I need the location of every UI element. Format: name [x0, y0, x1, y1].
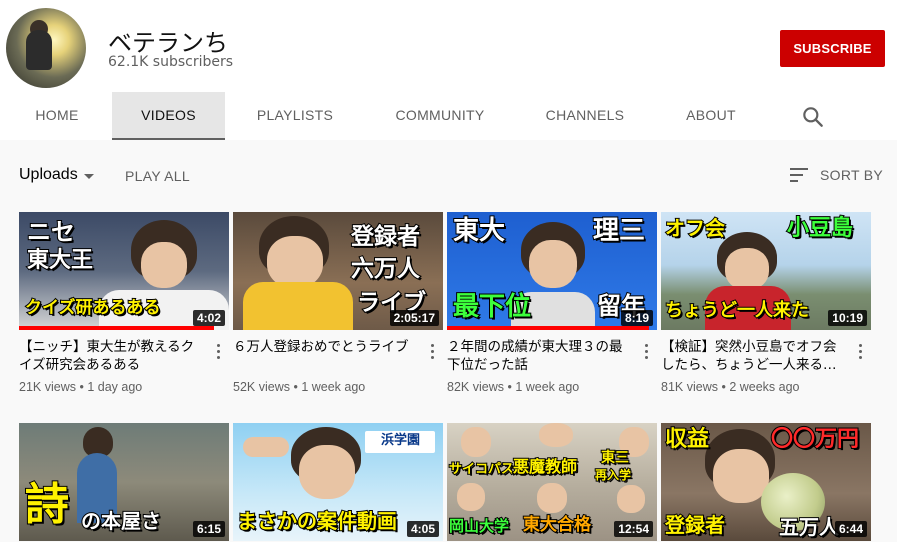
video-title[interactable]: 【検証】突然小豆島でオフ会したら、ちょうど一人来る…: [661, 338, 849, 374]
uploads-dropdown[interactable]: Uploads: [19, 166, 78, 184]
channel-avatar[interactable]: [6, 8, 86, 88]
watch-progress-bar: [447, 326, 649, 330]
duration-badge: 6:44: [834, 521, 867, 537]
search-icon[interactable]: [800, 104, 826, 130]
more-vert-icon[interactable]: [429, 342, 437, 360]
duration-badge: 12:54: [614, 521, 653, 537]
channel-tabs: HOME VIDEOS PLAYLISTS COMMUNITY CHANNELS…: [0, 92, 897, 140]
video-thumbnail[interactable]: サイコパス 悪魔教師 東三 再入学 岡山大学 東大合格 12:54: [447, 423, 657, 541]
duration-badge: 4:02: [192, 310, 225, 326]
video-thumbnail[interactable]: 東大 理三 最下位 留年 8:19: [447, 212, 657, 330]
channel-header: ベテランち 62.1K subscribers SUBSCRIBE HOME V…: [0, 0, 897, 140]
duration-badge: 6:15: [192, 521, 225, 537]
duration-badge: 2:05:17: [389, 310, 439, 326]
tab-about[interactable]: ABOUT: [676, 92, 746, 140]
video-meta: 52K views • 1 week ago: [233, 380, 366, 394]
play-all-button[interactable]: PLAY ALL: [125, 168, 190, 184]
videos-toolbar: Uploads PLAY ALL SORT BY: [0, 140, 897, 210]
tab-playlists[interactable]: PLAYLISTS: [246, 92, 344, 140]
duration-badge: 8:19: [620, 310, 653, 326]
video-thumbnail[interactable]: 浜学園 まさかの案件動画 4:05: [233, 423, 443, 541]
more-vert-icon[interactable]: [215, 342, 223, 360]
watch-progress-bar: [19, 326, 215, 330]
video-title[interactable]: 【ニッチ】東大生が教えるクイズ研究会あるある: [19, 338, 207, 374]
video-title[interactable]: ２年間の成績が東大理３の最下位だった話: [447, 338, 635, 374]
more-vert-icon[interactable]: [643, 342, 651, 360]
channel-name: ベテランち: [108, 29, 228, 57]
sort-icon: [790, 168, 808, 182]
more-vert-icon[interactable]: [857, 342, 865, 360]
video-thumbnail[interactable]: 収益 〇〇万円 登録者 五万人 6:44: [661, 423, 871, 541]
tab-home[interactable]: HOME: [20, 92, 94, 140]
tab-videos[interactable]: VIDEOS: [112, 92, 225, 140]
video-meta: 21K views • 1 day ago: [19, 380, 143, 394]
subscriber-count: 62.1K subscribers: [108, 54, 234, 70]
duration-badge: 10:19: [828, 310, 867, 326]
video-thumbnail[interactable]: ニセ 東大王 クイズ研あるある 4:02: [19, 212, 229, 330]
tab-community[interactable]: COMMUNITY: [384, 92, 496, 140]
video-meta: 81K views • 2 weeks ago: [661, 380, 800, 394]
video-thumbnail[interactable]: 登録者 六万人 ライブ 2:05:17: [233, 212, 443, 330]
video-thumbnail[interactable]: オフ会 小豆島 ちょうど一人来た 10:19: [661, 212, 871, 330]
video-title[interactable]: ６万人登録おめでとうライブ: [233, 338, 421, 356]
duration-badge: 4:05: [406, 521, 439, 537]
video-thumbnail[interactable]: 詩 の本屋さ 6:15: [19, 423, 229, 541]
video-meta: 82K views • 1 week ago: [447, 380, 580, 394]
caret-down-icon[interactable]: [84, 174, 94, 179]
tab-channels[interactable]: CHANNELS: [536, 92, 634, 140]
subscribe-button[interactable]: SUBSCRIBE: [780, 30, 885, 67]
sort-by-label: SORT BY: [820, 167, 884, 183]
